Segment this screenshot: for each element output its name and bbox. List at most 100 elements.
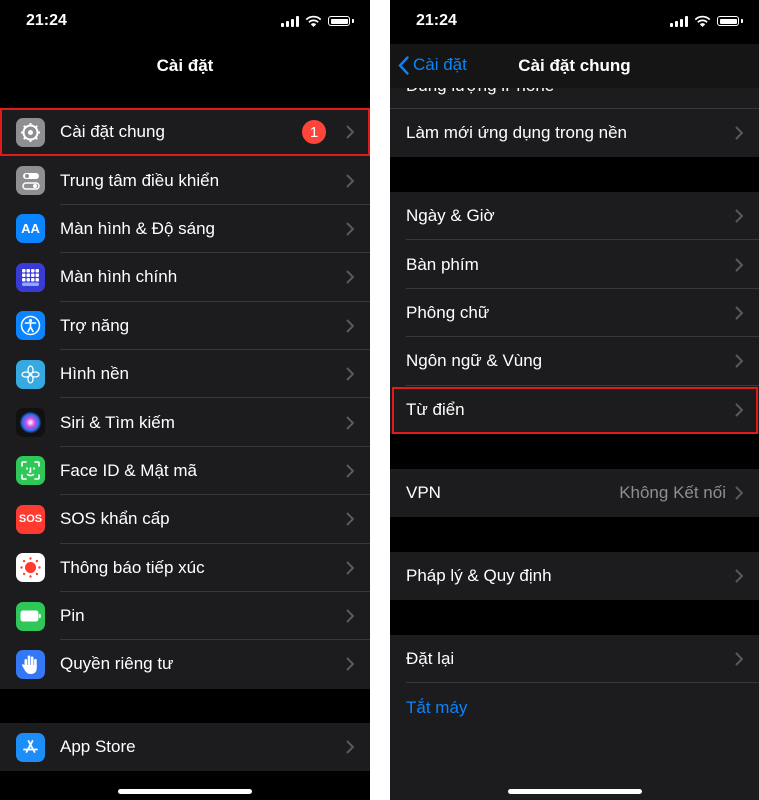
settings-row-label: Pin — [60, 606, 85, 626]
row-vpn[interactable]: VPN Không Kết nối — [390, 469, 759, 517]
cellular-signal-icon — [670, 15, 688, 27]
row-shutdown[interactable]: Tắt máy — [390, 683, 759, 731]
row-label: Từ điển — [406, 399, 465, 419]
settings-row-label: Trợ năng — [60, 315, 130, 335]
general-settings-screen: Dung lượng iPhone 21:24 Cài đặt Cài đặt … — [390, 0, 759, 800]
settings-row-face-id[interactable]: Face ID & Mật mã — [0, 447, 370, 496]
settings-row-siri[interactable]: Siri & Tìm kiếm — [0, 398, 370, 447]
chevron-right-icon — [735, 257, 743, 272]
chevron-right-icon — [346, 125, 354, 139]
chevron-right-icon — [346, 464, 354, 478]
settings-row-app-store[interactable]: App Store — [0, 723, 370, 771]
status-bar: 21:24 — [0, 0, 370, 44]
chevron-right-icon — [735, 354, 743, 369]
nav-bar: Cài đặt — [0, 44, 370, 88]
chevron-right-icon — [346, 657, 354, 672]
row-dictionary[interactable]: Từ điển — [390, 386, 759, 434]
row-language-region[interactable]: Ngôn ngữ & Vùng — [390, 337, 759, 386]
settings-row-general[interactable]: Cài đặt chung 1 — [0, 108, 370, 157]
chevron-right-icon — [735, 486, 743, 500]
home-screen-grid-icon — [16, 262, 45, 292]
chevron-right-icon — [346, 173, 354, 188]
settings-row-exposure-notifications[interactable]: Thông báo tiếp xúc — [0, 544, 370, 592]
face-id-icon — [16, 456, 45, 486]
row-reset[interactable]: Đặt lại — [390, 635, 759, 684]
settings-row-label: Thông báo tiếp xúc — [60, 557, 205, 577]
clipped-row: Dung lượng iPhone — [390, 88, 759, 96]
siri-icon — [16, 408, 45, 438]
settings-row-home-screen[interactable]: Màn hình chính — [0, 253, 370, 302]
settings-row-label: Cài đặt chung — [60, 122, 165, 142]
cellular-signal-icon — [281, 15, 299, 27]
accessibility-icon — [16, 311, 45, 341]
page-title: Cài đặt chung — [518, 56, 631, 75]
sos-icon: SOS — [16, 504, 45, 534]
chevron-right-icon — [346, 270, 354, 285]
settings-row-emergency-sos[interactable]: SOS SOS khẩn cấp — [0, 495, 370, 544]
home-indicator — [118, 789, 252, 794]
settings-row-label: Màn hình chính — [60, 267, 178, 287]
settings-row-label: App Store — [60, 737, 136, 757]
settings-row-battery[interactable]: Pin — [0, 592, 370, 641]
settings-group-store: App Store — [0, 723, 370, 772]
settings-group-main: Cài đặt chung 1 Trung tâm điều khiển AA … — [0, 108, 370, 689]
home-indicator — [507, 789, 642, 794]
settings-row-label: Hình nền — [60, 364, 129, 384]
settings-row-display[interactable]: AA Màn hình & Độ sáng — [0, 205, 370, 254]
battery-icon — [16, 601, 45, 631]
chevron-right-icon — [346, 740, 354, 754]
settings-row-wallpaper[interactable]: Hình nền — [0, 350, 370, 399]
exposure-notification-icon — [16, 553, 45, 583]
row-label: Phông chữ — [406, 302, 490, 322]
chevron-right-icon — [735, 126, 743, 140]
wifi-icon — [305, 15, 322, 27]
row-label: Ngôn ngữ & Vùng — [406, 351, 543, 371]
settings-row-label: Quyền riêng tư — [60, 654, 174, 674]
settings-row-label: Siri & Tìm kiếm — [60, 412, 175, 432]
row-keyboard[interactable]: Bàn phím — [390, 240, 759, 289]
display-brightness-icon: AA — [16, 214, 45, 244]
row-legal[interactable]: Pháp lý & Quy định — [390, 552, 759, 600]
chevron-right-icon — [735, 209, 743, 223]
chevron-right-icon — [346, 512, 354, 527]
general-group-vpn: VPN Không Kết nối — [390, 469, 759, 518]
settings-row-label: Face ID & Mật mã — [60, 460, 197, 480]
battery-status-icon — [328, 16, 350, 26]
battery-status-icon — [717, 16, 739, 26]
general-group-legal: Pháp lý & Quy định — [390, 552, 759, 601]
notification-badge: 1 — [302, 120, 326, 145]
status-bar: 21:24 — [390, 0, 759, 44]
wallpaper-flower-icon — [16, 359, 45, 389]
wifi-icon — [694, 15, 711, 27]
chevron-right-icon — [735, 569, 743, 583]
chevron-right-icon — [346, 415, 354, 430]
app-store-icon — [16, 732, 45, 762]
row-date-time[interactable]: Ngày & Giờ — [390, 192, 759, 241]
row-label: VPN — [406, 483, 441, 503]
settings-row-privacy[interactable]: Quyền riêng tư — [0, 640, 370, 688]
settings-row-control-center[interactable]: Trung tâm điều khiển — [0, 156, 370, 205]
vpn-status-value: Không Kết nối — [619, 483, 726, 503]
general-group-background: Làm mới ứng dụng trong nền — [390, 109, 759, 158]
row-background-refresh[interactable]: Làm mới ứng dụng trong nền — [390, 109, 759, 157]
hand-icon — [16, 649, 45, 679]
settings-row-label: Màn hình & Độ sáng — [60, 218, 215, 238]
shutdown-button[interactable]: Tắt máy — [406, 698, 467, 718]
settings-screen: 21:24 Cài đặt Cài đặt chung 1 Trung tâm … — [0, 0, 370, 800]
general-group-locale: Ngày & Giờ Bàn phím Phông chữ Ngôn ngữ &… — [390, 192, 759, 434]
chevron-right-icon — [346, 560, 354, 575]
page-title: Cài đặt — [156, 56, 214, 75]
row-label: Bàn phím — [406, 254, 479, 274]
chevron-right-icon — [735, 652, 743, 666]
chevron-right-icon — [735, 403, 743, 417]
clipped-row-label: Dung lượng iPhone — [406, 88, 554, 96]
row-fonts[interactable]: Phông chữ — [390, 289, 759, 338]
chevron-right-icon — [735, 306, 743, 320]
settings-row-accessibility[interactable]: Trợ năng — [0, 302, 370, 350]
chevron-right-icon — [346, 319, 354, 333]
row-label: Pháp lý & Quy định — [406, 566, 552, 586]
general-group-reset: Đặt lại Tắt máy — [390, 635, 759, 800]
nav-bar: Cài đặt Cài đặt chung — [390, 44, 759, 88]
settings-row-label: Trung tâm điều khiển — [60, 170, 220, 190]
status-time: 21:24 — [26, 12, 67, 29]
